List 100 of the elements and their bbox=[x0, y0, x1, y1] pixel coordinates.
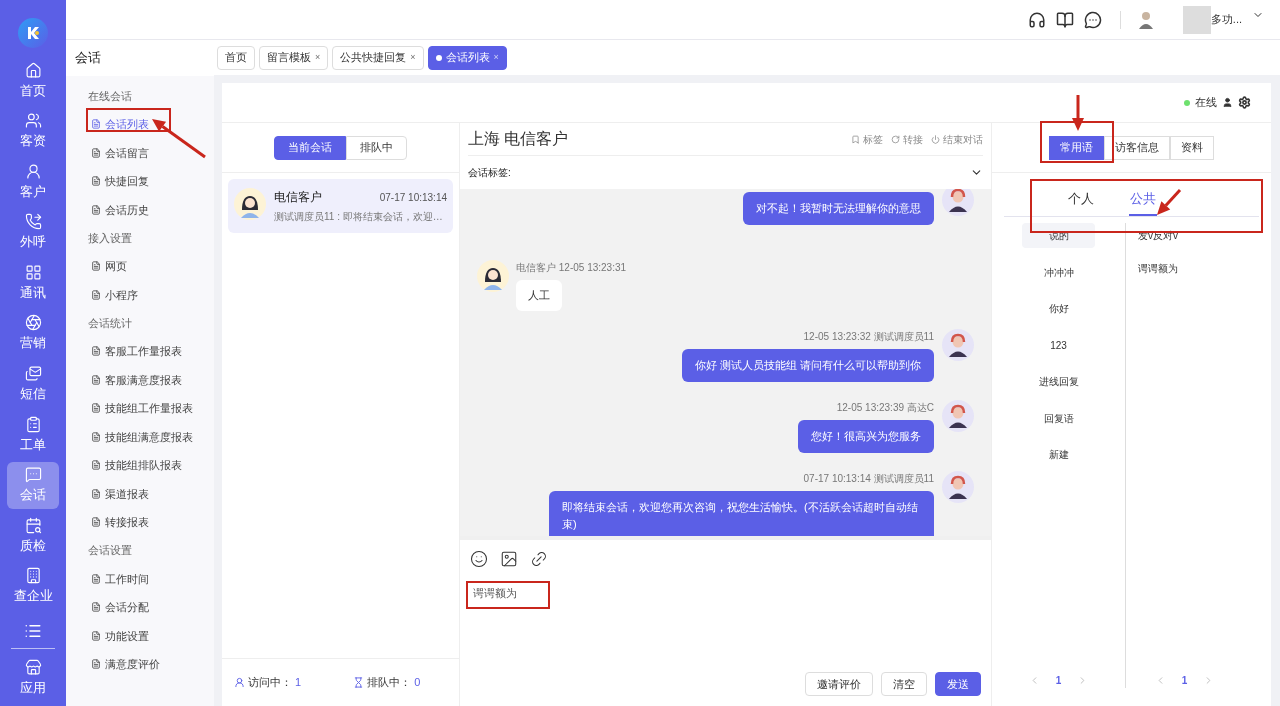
sidebar-item[interactable]: 快捷回复 bbox=[88, 167, 214, 196]
session-tab[interactable]: 当前会话 bbox=[274, 135, 346, 160]
document-icon bbox=[91, 289, 101, 300]
sidebar-item[interactable]: 转接报表 bbox=[88, 508, 214, 537]
page-number[interactable]: 1 bbox=[1055, 673, 1062, 688]
message-bubble: 人工 bbox=[516, 280, 562, 311]
sidebar-item[interactable]: 客服工作量报表 bbox=[88, 337, 214, 366]
action-button[interactable]: 发送 bbox=[935, 672, 981, 696]
page-tab[interactable]: 首页 bbox=[217, 45, 255, 70]
nav-icon bbox=[24, 659, 42, 677]
nav-item[interactable]: 应用 bbox=[7, 655, 59, 702]
image-icon[interactable] bbox=[500, 550, 518, 568]
scope-tab[interactable]: 个人 bbox=[1067, 188, 1095, 216]
category-item[interactable]: 冲冲冲 bbox=[1022, 259, 1095, 285]
document-icon bbox=[91, 517, 101, 528]
headset-icon[interactable] bbox=[1027, 10, 1046, 29]
panel-tab[interactable]: 访客信息 bbox=[1104, 135, 1170, 160]
session-preview: 测试调度员11 : 即将结束会话，欢迎… bbox=[274, 210, 444, 224]
message-meta: 电信客户 12-05 13:23:31 bbox=[516, 261, 627, 275]
category-item[interactable]: 新建 bbox=[1022, 442, 1095, 467]
group-heading: 在线会话 bbox=[88, 88, 133, 104]
document-icon bbox=[91, 573, 101, 584]
logo-icon bbox=[18, 18, 48, 48]
nav-item[interactable]: 营销 bbox=[7, 310, 59, 357]
nav-item[interactable]: 通讯 bbox=[7, 259, 59, 307]
category-item[interactable]: 进线回复 bbox=[1022, 369, 1095, 394]
agent-avatar bbox=[942, 328, 974, 361]
nav-item[interactable]: 客户 bbox=[7, 158, 59, 206]
count-value: 1 bbox=[295, 675, 302, 691]
sidebar-item[interactable]: 技能组满意度报表 bbox=[88, 422, 214, 451]
sidebar-item[interactable]: 会话列表 bbox=[88, 110, 214, 139]
agent-avatar bbox=[942, 470, 974, 503]
category-item[interactable]: 你好 bbox=[1022, 296, 1095, 321]
sidebar-item[interactable]: 会话历史 bbox=[88, 195, 214, 224]
user-name[interactable]: 多功... bbox=[1210, 11, 1242, 28]
document-icon bbox=[91, 431, 101, 442]
user-avatar bbox=[1138, 10, 1153, 29]
nav-item[interactable]: 查企业 bbox=[7, 563, 59, 610]
message-bubble: 您好！很高兴为您服务 bbox=[798, 419, 934, 453]
nav-icon bbox=[24, 61, 42, 79]
count-value: 0 bbox=[414, 675, 421, 691]
document-icon bbox=[91, 119, 101, 130]
settings-icon[interactable] bbox=[1238, 96, 1251, 109]
sidebar-item[interactable]: 渠道报表 bbox=[88, 479, 214, 508]
chat-action[interactable]: 结束对话 bbox=[931, 131, 983, 147]
user-icon[interactable] bbox=[1222, 97, 1233, 108]
sidebar-item[interactable]: 客服满意度报表 bbox=[88, 365, 214, 394]
agent-avatar bbox=[942, 399, 974, 432]
message-bubble: 即将结束会话，欢迎您再次咨询，祝您生活愉快。(不活跃会话超时自动结束) bbox=[549, 490, 934, 536]
sidebar-item[interactable]: 小程序 bbox=[88, 280, 214, 309]
nav-item[interactable]: 质检 bbox=[7, 512, 59, 560]
panel-tab[interactable]: 常用语 bbox=[1049, 135, 1104, 160]
page-tab[interactable]: 公共快捷回复 × bbox=[332, 45, 424, 70]
emoji-icon[interactable] bbox=[470, 550, 488, 568]
document-icon bbox=[91, 659, 101, 670]
redaction-block bbox=[1182, 5, 1211, 34]
nav-item[interactable]: 短信 bbox=[7, 361, 59, 408]
category-item[interactable]: 回复语 bbox=[1022, 405, 1095, 431]
chat-action[interactable]: 标签 bbox=[851, 131, 883, 147]
nav-item[interactable]: 外呼 bbox=[7, 209, 59, 256]
nav-item[interactable]: 客资 bbox=[7, 108, 59, 155]
nav-item[interactable]: 首页 bbox=[7, 57, 59, 105]
message-meta: 07-17 10:13:14 测试调度员11 bbox=[803, 471, 934, 486]
count-label: 访问中： bbox=[248, 675, 292, 691]
document-icon bbox=[91, 147, 101, 158]
page-tab[interactable]: 留言模板 × bbox=[259, 45, 329, 70]
nav-item[interactable]: 工单 bbox=[7, 411, 59, 459]
sidebar-item[interactable]: 会话留言 bbox=[88, 138, 214, 167]
panel-tab[interactable]: 资料 bbox=[1170, 135, 1214, 160]
phrase-item[interactable]: 谔谔额为 bbox=[1138, 256, 1271, 281]
sidebar-item[interactable]: 满意度评价 bbox=[88, 650, 214, 679]
sidebar-item[interactable]: 会话分配 bbox=[88, 593, 214, 622]
document-icon bbox=[91, 261, 101, 272]
document-icon bbox=[91, 488, 101, 499]
page-number[interactable]: 1 bbox=[1181, 673, 1188, 688]
sidebar-item[interactable]: 工作时间 bbox=[88, 564, 214, 593]
session-time: 07-17 10:13:14 bbox=[379, 190, 447, 205]
nav-icon bbox=[24, 365, 42, 382]
scope-tab[interactable]: 公共 bbox=[1129, 188, 1157, 216]
book-icon[interactable] bbox=[1055, 10, 1074, 29]
page-tab[interactable]: 会话列表 × bbox=[427, 45, 507, 70]
message-input[interactable]: 谔谔额为 bbox=[473, 585, 533, 602]
action-button[interactable]: 清空 bbox=[881, 672, 927, 696]
sidebar-item[interactable]: 技能组排队报表 bbox=[88, 451, 214, 480]
sidebar-item[interactable]: 技能组工作量报表 bbox=[88, 394, 214, 423]
action-button[interactable]: 邀请评价 bbox=[805, 672, 873, 696]
document-icon bbox=[91, 374, 101, 385]
document-icon bbox=[91, 346, 101, 357]
session-item[interactable]: 电信客户 07-17 10:13:14 测试调度员11 : 即将结束会话，欢迎… bbox=[228, 179, 453, 233]
chat-action[interactable]: 转接 bbox=[891, 131, 923, 147]
session-tab[interactable]: 排队中 bbox=[346, 135, 407, 160]
sidebar-item[interactable]: 网页 bbox=[88, 252, 214, 281]
nav-icon bbox=[24, 112, 42, 130]
nav-icon bbox=[24, 466, 42, 484]
category-item[interactable]: 123 bbox=[1022, 332, 1095, 358]
action-icon bbox=[891, 134, 900, 144]
sidebar-item[interactable]: 功能设置 bbox=[88, 621, 214, 650]
annotation-arrow bbox=[1072, 95, 1084, 131]
chat-icon[interactable] bbox=[1083, 10, 1102, 29]
tag-selector[interactable]: 会话标签: bbox=[468, 156, 983, 189]
